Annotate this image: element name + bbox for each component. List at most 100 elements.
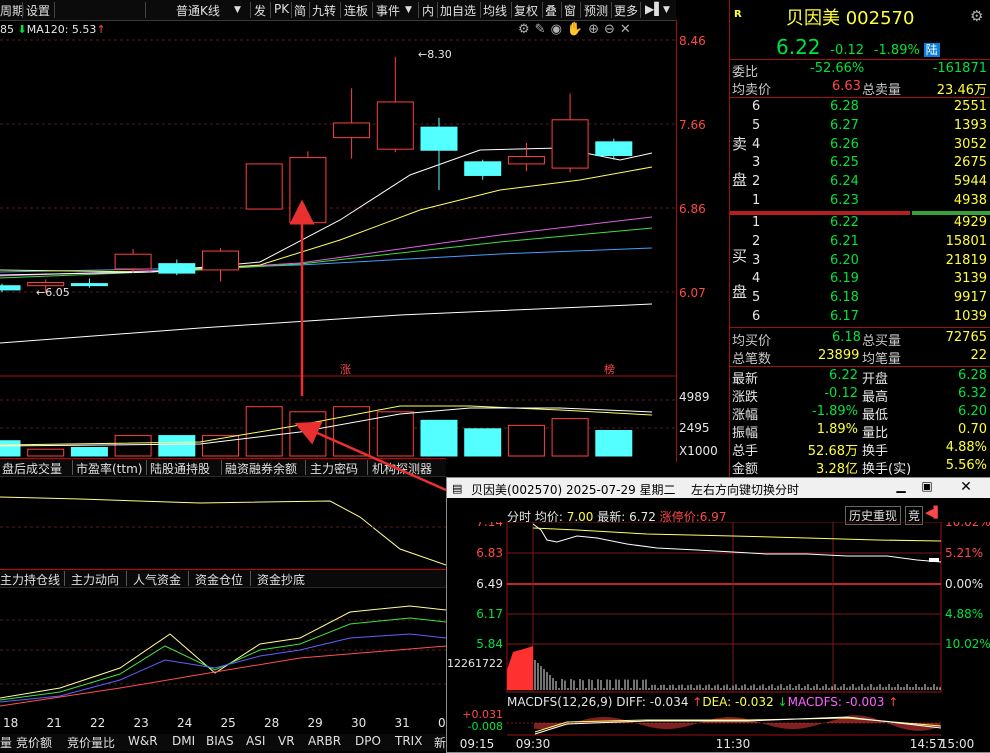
tab-fund-position[interactable]: 资金仓位 <box>195 571 243 588</box>
toolbar-settings[interactable]: 设置 <box>26 2 50 19</box>
collapse-icon[interactable]: ◀▌ <box>925 506 942 519</box>
macd-value: MACDFS: -0.003 <box>788 695 885 709</box>
volume-bar <box>376 411 414 457</box>
bid-level-row[interactable]: 5 6.18 9917 <box>730 290 990 307</box>
date-tick: 23 <box>133 716 149 730</box>
toolbar-lianban[interactable]: 连板 <box>344 2 368 19</box>
order-price: 6.27 <box>830 117 859 133</box>
indicator-tabs-2: 主力持仓线 主力动向 人气资金 资金仓位 资金抄底 <box>0 569 446 588</box>
stat-value: 5.56% <box>945 458 987 473</box>
ask-level-row[interactable]: 6 6.28 2551 <box>730 99 990 116</box>
kline-type-select[interactable]: 普通K线 <box>176 2 220 19</box>
ask-level-row[interactable]: 2 6.24 5944 <box>730 174 990 191</box>
candle <box>464 159 502 180</box>
tab-bias[interactable]: BIAS <box>206 734 234 748</box>
toolbar-ma[interactable]: 均线 <box>483 2 507 19</box>
rzrq-flag: R <box>734 9 742 20</box>
toolbar-simple[interactable]: 简 <box>294 2 306 19</box>
tab-auction-ratio[interactable]: 竞价量比 <box>67 734 115 751</box>
toolbar-period[interactable]: 周期 <box>0 2 24 19</box>
order-level: 5 <box>752 117 761 133</box>
order-price: 6.20 <box>830 252 859 268</box>
toolbar-events[interactable]: 事件 <box>376 2 400 19</box>
bid-level-row[interactable]: 2 6.21 15801 <box>730 234 990 251</box>
candle-body <box>507 156 545 165</box>
stat-label: 最新 <box>732 372 759 387</box>
stat-value: 1.89% <box>816 422 858 437</box>
stock-title: 贝因美 002570 <box>786 4 914 30</box>
toolbar-pk[interactable]: PK <box>274 2 289 16</box>
toolbar-add-watchlist[interactable]: 加自选 <box>440 2 476 19</box>
tab-northbound-holdings[interactable]: 陆股通持股 <box>150 460 210 477</box>
tab-after-hours-volume[interactable]: 盘后成交量 <box>2 460 62 477</box>
order-level: 4 <box>752 136 761 152</box>
price-tick: 6.83 <box>476 546 503 560</box>
toolbar-forecast[interactable]: 预测 <box>584 2 608 19</box>
candle-body <box>158 263 196 274</box>
tab-vr[interactable]: VR <box>278 734 295 748</box>
toolbar-fa[interactable]: 发 <box>254 2 266 19</box>
tab-asi[interactable]: ASI <box>246 734 265 748</box>
tab-dmi[interactable]: DMI <box>172 734 195 748</box>
kline-chart[interactable] <box>0 20 676 462</box>
toolbar-jiuzhuan[interactable]: 九转 <box>312 2 336 19</box>
tab-institution-detector[interactable]: 机构探测器 <box>372 460 432 477</box>
toolbar-overlay[interactable]: 叠 <box>545 2 557 19</box>
chevron-down-icon[interactable]: ▼ <box>234 5 241 15</box>
stat-label: 涨幅 <box>732 408 759 423</box>
tab-volume[interactable]: 量 <box>0 734 12 751</box>
bid-level-row[interactable]: 1 6.22 4929 <box>730 215 990 232</box>
volume-bar <box>507 424 545 457</box>
indicator-chart-2[interactable] <box>0 588 446 716</box>
order-volume: 4929 <box>953 215 987 230</box>
time-tick: 15:00 <box>940 737 975 751</box>
ask-level-row[interactable]: 5 6.27 1393 <box>730 118 990 135</box>
bid-level-row[interactable]: 3 6.20 21819 <box>730 253 990 270</box>
tab-main-position-line[interactable]: 主力持仓线 <box>0 571 60 588</box>
volume-bar <box>70 447 108 457</box>
order-level: 2 <box>752 174 761 190</box>
order-level: 4 <box>752 271 761 287</box>
bid-level-row[interactable]: 4 6.19 3139 <box>730 271 990 288</box>
toolbar-window[interactable]: 窗 <box>564 2 576 19</box>
tab-main-code[interactable]: 主力密码 <box>310 460 358 477</box>
ask-level-row[interactable]: 1 6.23 4938 <box>730 193 990 210</box>
tab-popularity-funds[interactable]: 人气资金 <box>133 571 181 588</box>
intraday-chart[interactable]: 7.14 10.02% 6.83 5.21% 6.49 0.00% 6.17 4.88% 5.8… <box>447 522 990 752</box>
tab-dpo[interactable]: DPO <box>355 734 381 748</box>
indicator-chart-1[interactable] <box>0 477 446 569</box>
tab-arbr[interactable]: ARBR <box>308 734 341 748</box>
order-price: 6.21 <box>830 233 859 249</box>
collapse-icon[interactable]: ▶▌ <box>645 2 663 16</box>
candle-body <box>289 157 327 224</box>
settings-gear-icon[interactable]: ⚙ <box>970 7 983 25</box>
candle <box>245 163 283 210</box>
tab-trix[interactable]: TRIX <box>395 734 422 748</box>
ask-level-row[interactable]: 4 6.26 3052 <box>730 137 990 154</box>
price-tick: 7.14 <box>476 522 503 529</box>
bid-level-row[interactable]: 6 6.17 1039 <box>730 309 990 326</box>
maximize-icon[interactable]: ▣ <box>917 479 937 493</box>
tab-main-trend[interactable]: 主力动向 <box>71 571 119 588</box>
tab-margin-balance[interactable]: 融资融券余额 <box>225 460 297 477</box>
price-axis: 8.46 7.66 6.86 6.07 4989 2495 X1000 <box>676 20 730 462</box>
order-price: 6.22 <box>830 215 859 230</box>
ask-level-row[interactable]: 3 6.25 2675 <box>730 155 990 172</box>
tab-new[interactable]: 新 <box>434 734 446 751</box>
order-level: 5 <box>752 290 761 306</box>
stat-value: 0.70 <box>958 422 987 437</box>
tab-wr[interactable]: W&R <box>128 734 158 748</box>
toolbar-nei[interactable]: 内 <box>422 2 434 19</box>
tab-pe-ttm[interactable]: 市盈率(ttm) <box>76 460 142 477</box>
volume-tick: 2495 <box>679 421 710 435</box>
tab-fund-bottom[interactable]: 资金抄底 <box>257 571 305 588</box>
toolbar-adjust[interactable]: 复权 <box>514 2 538 19</box>
chevron-down-icon[interactable]: ▼ <box>663 5 670 15</box>
toolbar-more[interactable]: 更多 <box>614 2 638 19</box>
close-icon[interactable]: ✕ <box>951 479 981 495</box>
candle-body <box>70 283 108 287</box>
stat-value: 6.20 <box>958 404 987 419</box>
tab-auction-amount[interactable]: 竞价额 <box>16 734 52 751</box>
minimize-icon[interactable]: ▁ <box>891 479 911 493</box>
chevron-down-icon[interactable]: ▼ <box>405 5 412 15</box>
